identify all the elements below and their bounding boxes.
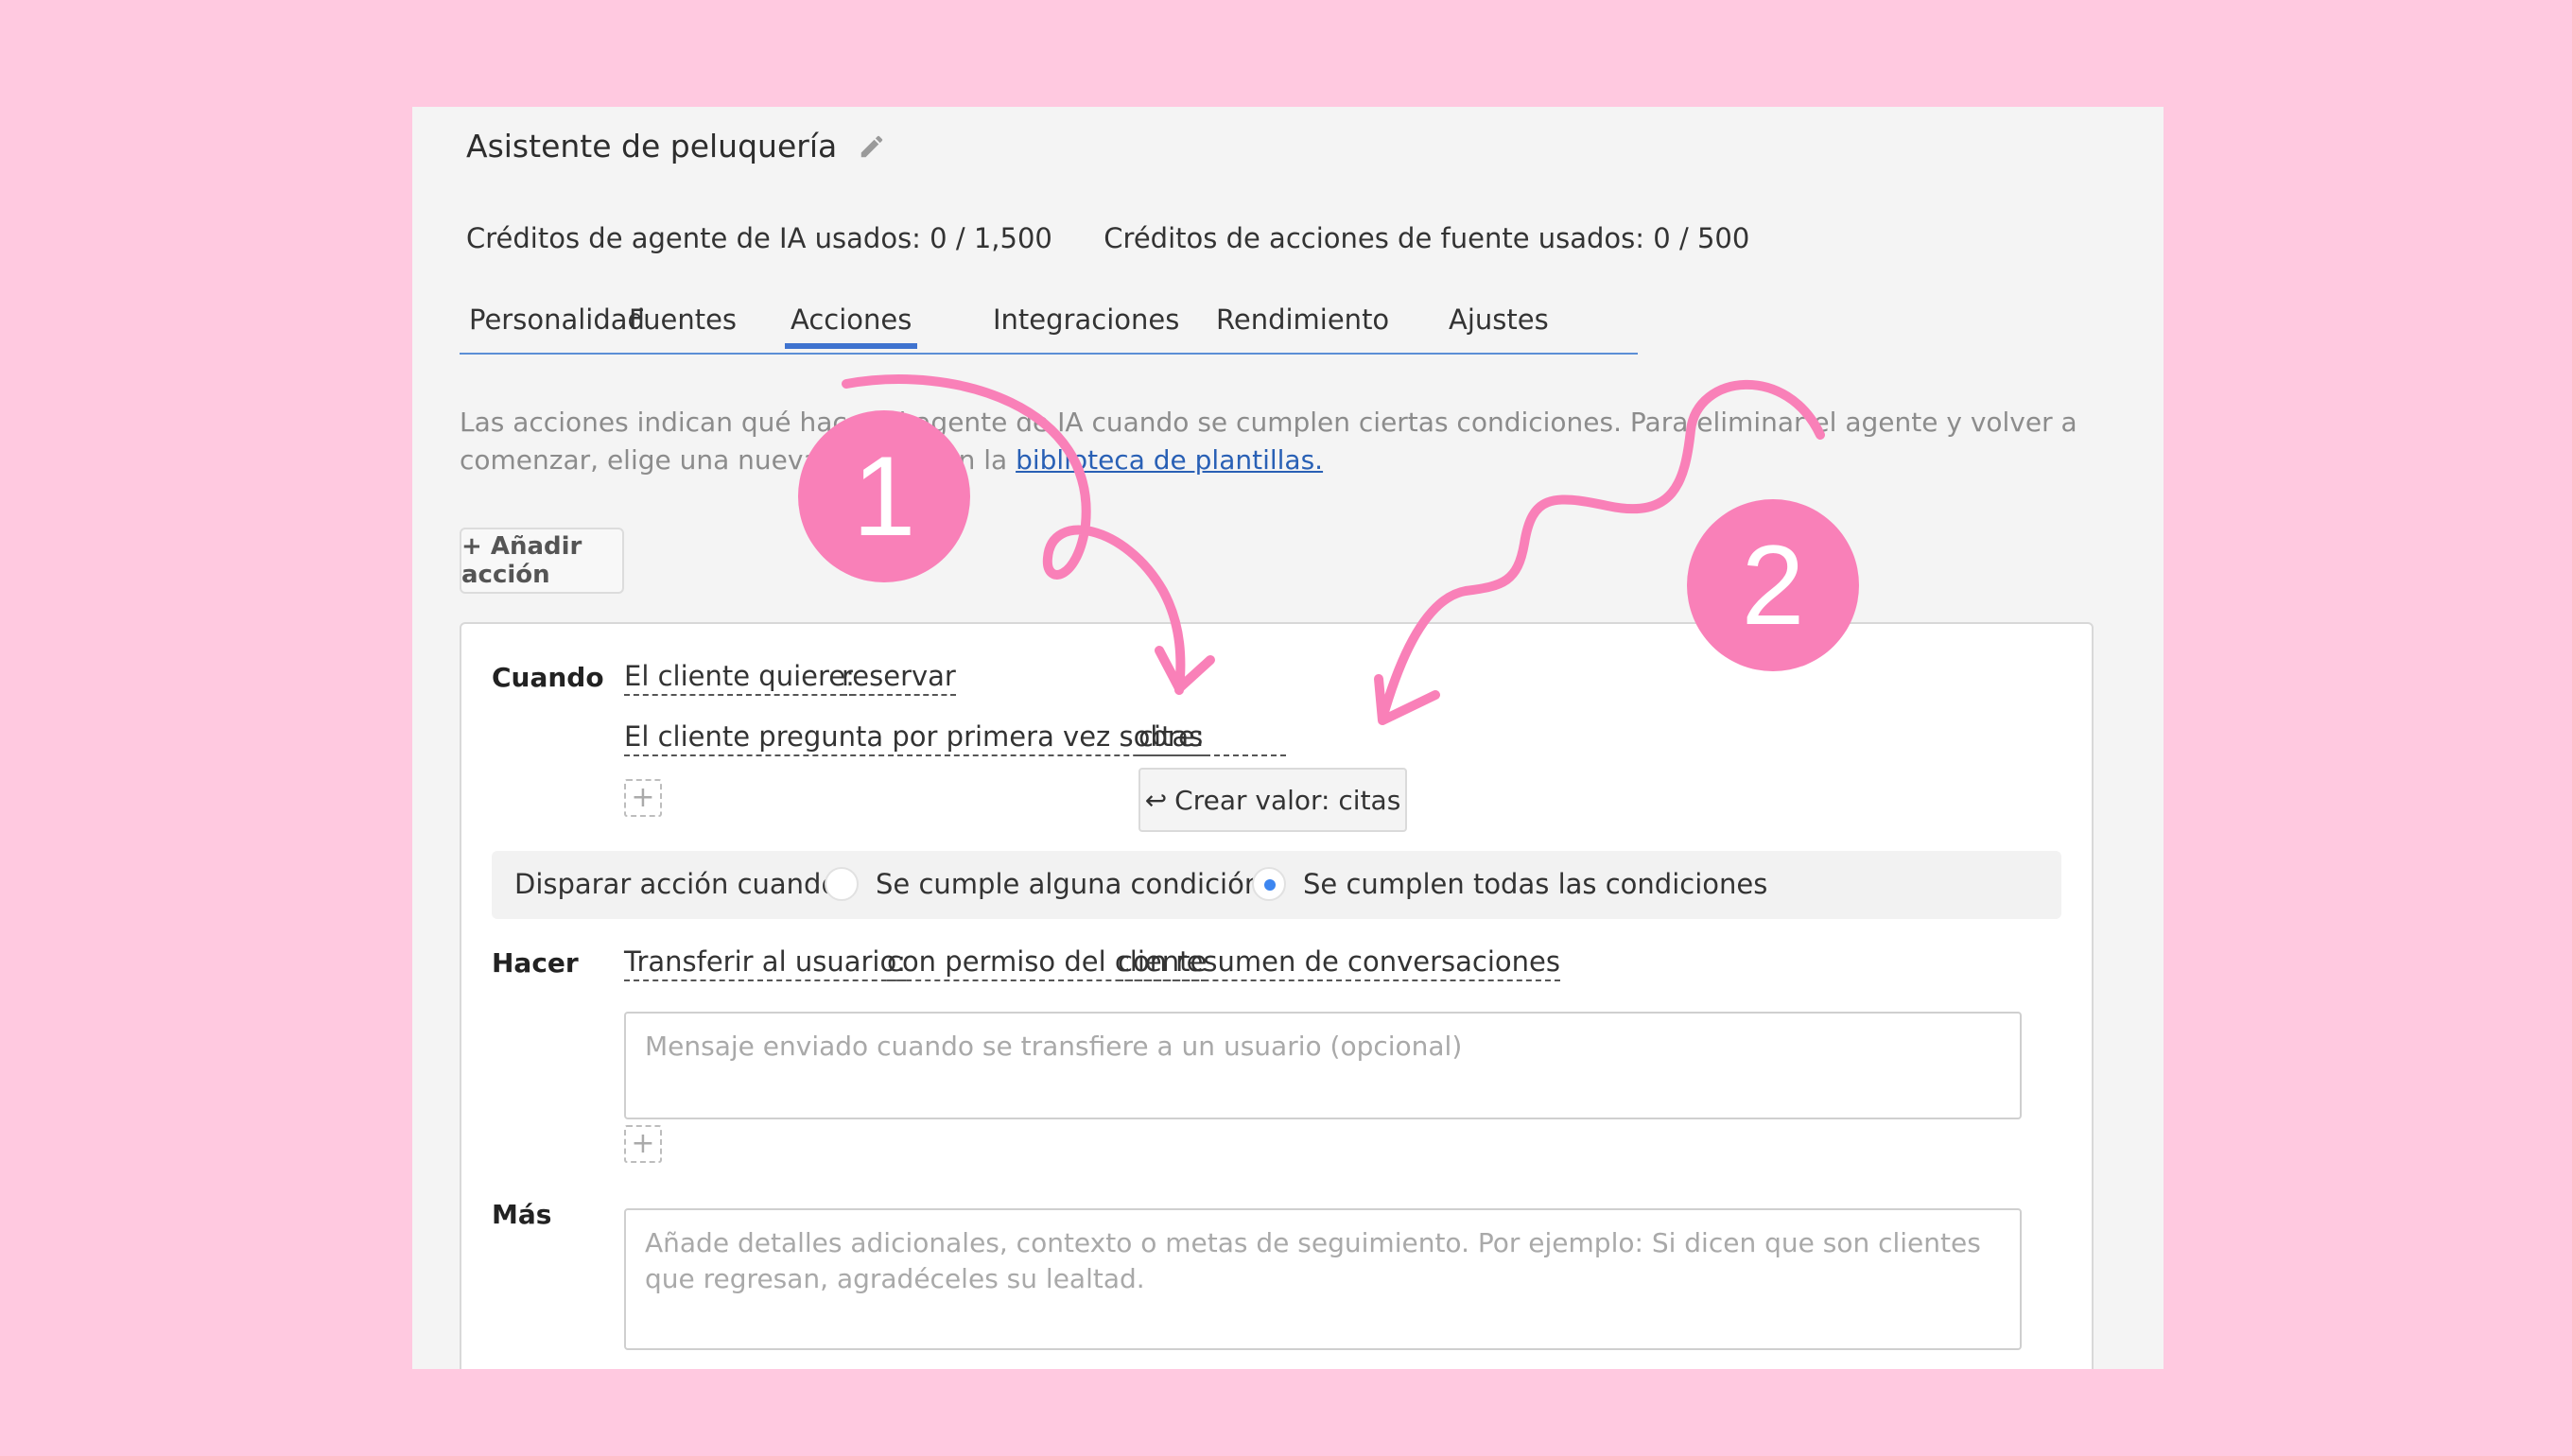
ai-credits-label: Créditos de agente de IA usados: <box>466 222 921 254</box>
trigger-row: Disparar acción cuando: Se cumple alguna… <box>492 851 2061 919</box>
tab-integraciones[interactable]: Integraciones <box>993 303 1179 345</box>
do-label: Hacer <box>492 947 579 979</box>
app-panel: Asistente de peluquería Créditos de agen… <box>412 107 2164 1369</box>
any-condition-label[interactable]: Se cumple alguna condición <box>876 868 1261 900</box>
when-label: Cuando <box>492 662 604 693</box>
title-row: Asistente de peluquería <box>466 128 886 165</box>
condition-value-1[interactable]: reservar <box>842 660 956 696</box>
tab-personalidad[interactable]: Personalidad <box>469 303 645 345</box>
do-key[interactable]: Transferir al usuario: <box>624 945 906 981</box>
tab-acciones[interactable]: Acciones <box>784 303 918 349</box>
source-credits-label: Créditos de acciones de fuente usados: <box>1104 222 1645 254</box>
tab-ajustes[interactable]: Ajustes <box>1449 303 1549 345</box>
suggestion-label: Crear valor: citas <box>1174 784 1401 816</box>
tab-bar: Personalidad Fuentes Acciones Integracio… <box>460 303 1638 355</box>
credits-row: Créditos de agente de IA usados: 0 / 1,5… <box>466 222 1749 254</box>
radio-all-conditions[interactable] <box>1252 867 1286 901</box>
tab-fuentes[interactable]: Fuentes <box>629 303 737 345</box>
add-do-step-button[interactable]: + <box>624 1125 662 1163</box>
transfer-message-input[interactable]: Mensaje enviado cuando se transfiere a u… <box>624 1012 2022 1119</box>
add-action-button[interactable]: + Añadir acción <box>460 528 624 594</box>
plus-icon: + <box>631 1127 655 1160</box>
ai-credits-value: 0 / 1,500 <box>930 222 1052 254</box>
all-conditions-label[interactable]: Se cumplen todas las condiciones <box>1303 868 1767 900</box>
create-value-suggestion[interactable]: ↩ Crear valor: citas <box>1138 768 1407 832</box>
annotation-badge-2: 2 <box>1687 499 1859 671</box>
pencil-icon[interactable] <box>858 132 886 161</box>
add-condition-button[interactable]: + <box>624 779 662 817</box>
source-credits-value: 0 / 500 <box>1653 222 1750 254</box>
tab-rendimiento[interactable]: Rendimiento <box>1216 303 1389 345</box>
description: Las acciones indican qué hacer al agente… <box>460 404 2105 479</box>
page-title: Asistente de peluquería <box>466 128 838 165</box>
trigger-label: Disparar acción cuando: <box>514 868 847 900</box>
more-details-input[interactable]: Añade detalles adicionales, contexto o m… <box>624 1208 2022 1350</box>
action-card: Cuando El cliente quiere: reservar El cl… <box>460 622 2094 1369</box>
do-value-summary[interactable]: con resumen de conversaciones <box>1118 945 1561 981</box>
plus-icon: + <box>631 781 655 814</box>
annotation-badge-1: 1 <box>798 410 970 582</box>
enter-icon: ↩ <box>1144 784 1168 816</box>
condition-value-2[interactable]: citas <box>1138 720 1286 756</box>
condition-key-2[interactable]: El cliente pregunta por primera vez sobr… <box>624 720 1205 756</box>
condition-key-1[interactable]: El cliente quiere: <box>624 660 855 696</box>
more-label: Más <box>492 1199 552 1230</box>
radio-any-condition[interactable] <box>825 867 859 901</box>
template-library-link[interactable]: biblioteca de plantillas. <box>1016 444 1323 476</box>
